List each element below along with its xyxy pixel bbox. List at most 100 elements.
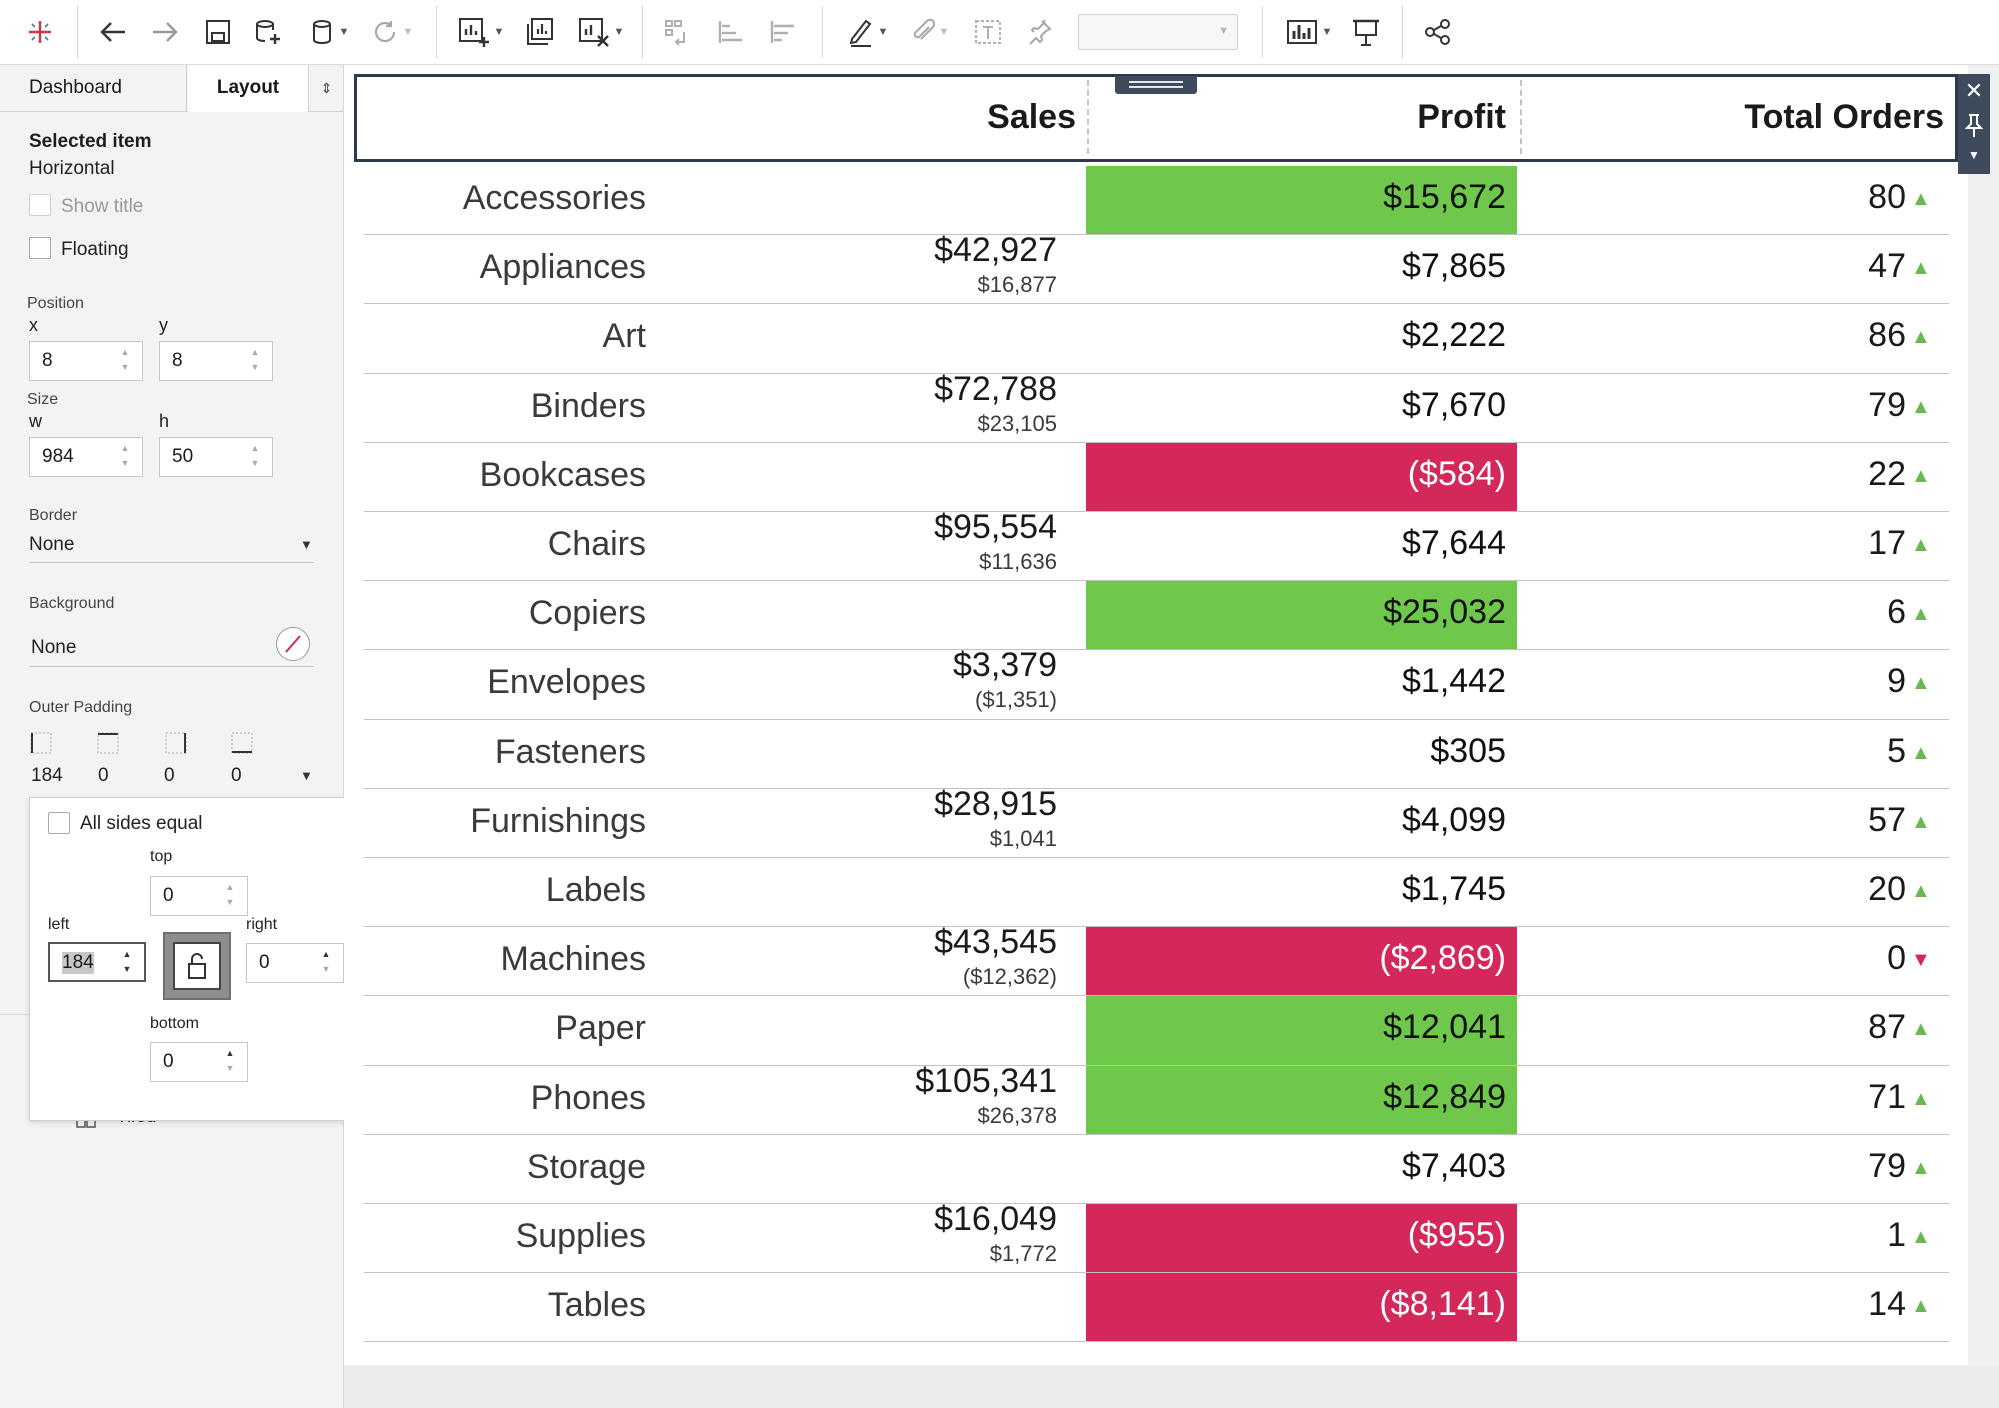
back-icon[interactable]: [95, 12, 131, 52]
profit-value[interactable]: $7,670: [1206, 386, 1506, 425]
total-orders-value[interactable]: 6: [1786, 593, 1906, 632]
top-padding-input[interactable]: 0 ▲ ▼: [150, 876, 248, 916]
profit-value[interactable]: $305: [1206, 732, 1506, 771]
new-datasource-icon[interactable]: [252, 12, 284, 52]
category-label[interactable]: Bookcases: [246, 456, 646, 495]
sales-value[interactable]: $42,927: [757, 231, 1057, 270]
x-input[interactable]: 8 ▲ ▼: [29, 341, 143, 381]
total-orders-value[interactable]: 80: [1786, 178, 1906, 217]
total-orders-value[interactable]: 57: [1786, 801, 1906, 840]
category-label[interactable]: Supplies: [246, 1217, 646, 1256]
sales-value[interactable]: $95,554: [757, 508, 1057, 547]
category-label[interactable]: Tables: [246, 1286, 646, 1325]
profit-value[interactable]: ($584): [1206, 455, 1506, 494]
presentation-icon[interactable]: [1348, 12, 1384, 52]
total-orders-value[interactable]: 5: [1786, 732, 1906, 771]
padding-top-value: 0: [98, 765, 109, 786]
sort-ascending-icon[interactable]: [712, 12, 748, 52]
refresh-icon[interactable]: ▼: [366, 12, 418, 52]
total-orders-value[interactable]: 14: [1786, 1285, 1906, 1324]
floating-checkbox[interactable]: [29, 237, 51, 259]
annotate-icon[interactable]: ▼: [904, 12, 956, 52]
profit-value[interactable]: $15,672: [1206, 178, 1506, 217]
trend-up-icon: ▲: [1911, 464, 1931, 487]
profit-value[interactable]: $12,041: [1206, 1008, 1506, 1047]
profit-value[interactable]: $7,644: [1206, 524, 1506, 563]
left-padding-input[interactable]: 184 ▲ ▼: [48, 942, 146, 982]
clear-sheet-icon[interactable]: ▼: [572, 12, 630, 52]
move-grip-handle[interactable]: [1115, 76, 1197, 94]
datasource-icon[interactable]: ▼: [304, 12, 356, 52]
sales-value[interactable]: $72,788: [757, 370, 1057, 409]
category-label[interactable]: Envelopes: [246, 663, 646, 702]
border-select[interactable]: None: [29, 534, 74, 556]
total-orders-value[interactable]: 1: [1786, 1216, 1906, 1255]
all-sides-equal-checkbox[interactable]: [48, 812, 70, 834]
category-label[interactable]: Storage: [246, 1148, 646, 1187]
fit-dropdown[interactable]: ▼: [1078, 14, 1238, 50]
duplicate-sheet-icon[interactable]: [522, 12, 558, 52]
total-orders-value[interactable]: 0: [1786, 939, 1906, 978]
profit-value[interactable]: $7,403: [1206, 1147, 1506, 1186]
profit-value[interactable]: ($8,141): [1206, 1285, 1506, 1324]
category-label[interactable]: Copiers: [246, 594, 646, 633]
category-label[interactable]: Accessories: [246, 179, 646, 218]
profit-value[interactable]: $1,442: [1206, 662, 1506, 701]
swap-icon[interactable]: [660, 12, 696, 52]
show-me-icon[interactable]: ▼: [1280, 12, 1338, 52]
profit-value[interactable]: ($2,869): [1206, 939, 1506, 978]
category-label[interactable]: Fasteners: [246, 733, 646, 772]
sort-descending-icon[interactable]: [764, 12, 800, 52]
tableau-logo-icon[interactable]: [22, 12, 58, 52]
category-label[interactable]: Furnishings: [246, 802, 646, 841]
highlight-icon[interactable]: ▼: [842, 12, 894, 52]
total-orders-value[interactable]: 47: [1786, 247, 1906, 286]
lock-sides-button[interactable]: [163, 932, 231, 1000]
pin-container-icon[interactable]: [1958, 110, 1990, 143]
total-orders-value[interactable]: 79: [1786, 1147, 1906, 1186]
sales-value[interactable]: $16,049: [757, 1200, 1057, 1239]
tab-layout[interactable]: Layout: [188, 65, 308, 112]
category-label[interactable]: Binders: [246, 387, 646, 426]
tab-scroll-icon[interactable]: ⇕: [308, 65, 344, 111]
category-label[interactable]: Chairs: [246, 525, 646, 564]
share-icon[interactable]: [1420, 12, 1456, 52]
total-orders-value[interactable]: 79: [1786, 386, 1906, 425]
category-label[interactable]: Paper: [246, 1009, 646, 1048]
new-worksheet-icon[interactable]: ▼: [452, 12, 510, 52]
category-label[interactable]: Art: [246, 317, 646, 356]
save-icon[interactable]: [202, 12, 234, 52]
category-label[interactable]: Labels: [246, 871, 646, 910]
profit-value[interactable]: $1,745: [1206, 870, 1506, 909]
profit-value[interactable]: $25,032: [1206, 593, 1506, 632]
profit-value[interactable]: $2,222: [1206, 316, 1506, 355]
background-select[interactable]: None: [31, 637, 76, 659]
more-options-caret-icon[interactable]: ▼: [1958, 148, 1990, 162]
pin-icon[interactable]: [1022, 12, 1058, 52]
sales-value[interactable]: $3,379: [757, 646, 1057, 685]
forward-icon[interactable]: [147, 12, 183, 52]
sales-value[interactable]: $105,341: [757, 1062, 1057, 1101]
width-input[interactable]: 984 ▲ ▼: [29, 437, 143, 477]
profit-value[interactable]: $7,865: [1206, 247, 1506, 286]
profit-value[interactable]: $12,849: [1206, 1078, 1506, 1117]
sales-value[interactable]: $28,915: [757, 785, 1057, 824]
sales-value[interactable]: $43,545: [757, 923, 1057, 962]
remove-icon[interactable]: ✕: [1958, 78, 1990, 104]
total-orders-value[interactable]: 87: [1786, 1008, 1906, 1047]
total-orders-value[interactable]: 17: [1786, 524, 1906, 563]
total-orders-value[interactable]: 22: [1786, 455, 1906, 494]
category-label[interactable]: Phones: [246, 1079, 646, 1118]
total-orders-value[interactable]: 86: [1786, 316, 1906, 355]
total-orders-value[interactable]: 71: [1786, 1078, 1906, 1117]
total-orders-value[interactable]: 20: [1786, 870, 1906, 909]
category-label[interactable]: Appliances: [246, 248, 646, 287]
total-orders-value[interactable]: 9: [1786, 662, 1906, 701]
tab-dashboard[interactable]: Dashboard: [0, 65, 187, 111]
profit-value[interactable]: ($955): [1206, 1216, 1506, 1255]
text-label-icon[interactable]: [970, 12, 1006, 52]
show-title-checkbox[interactable]: [29, 194, 51, 216]
profit-value[interactable]: $4,099: [1206, 801, 1506, 840]
category-label[interactable]: Machines: [246, 940, 646, 979]
bottom-padding-input[interactable]: 0 ▲ ▼: [150, 1042, 248, 1082]
